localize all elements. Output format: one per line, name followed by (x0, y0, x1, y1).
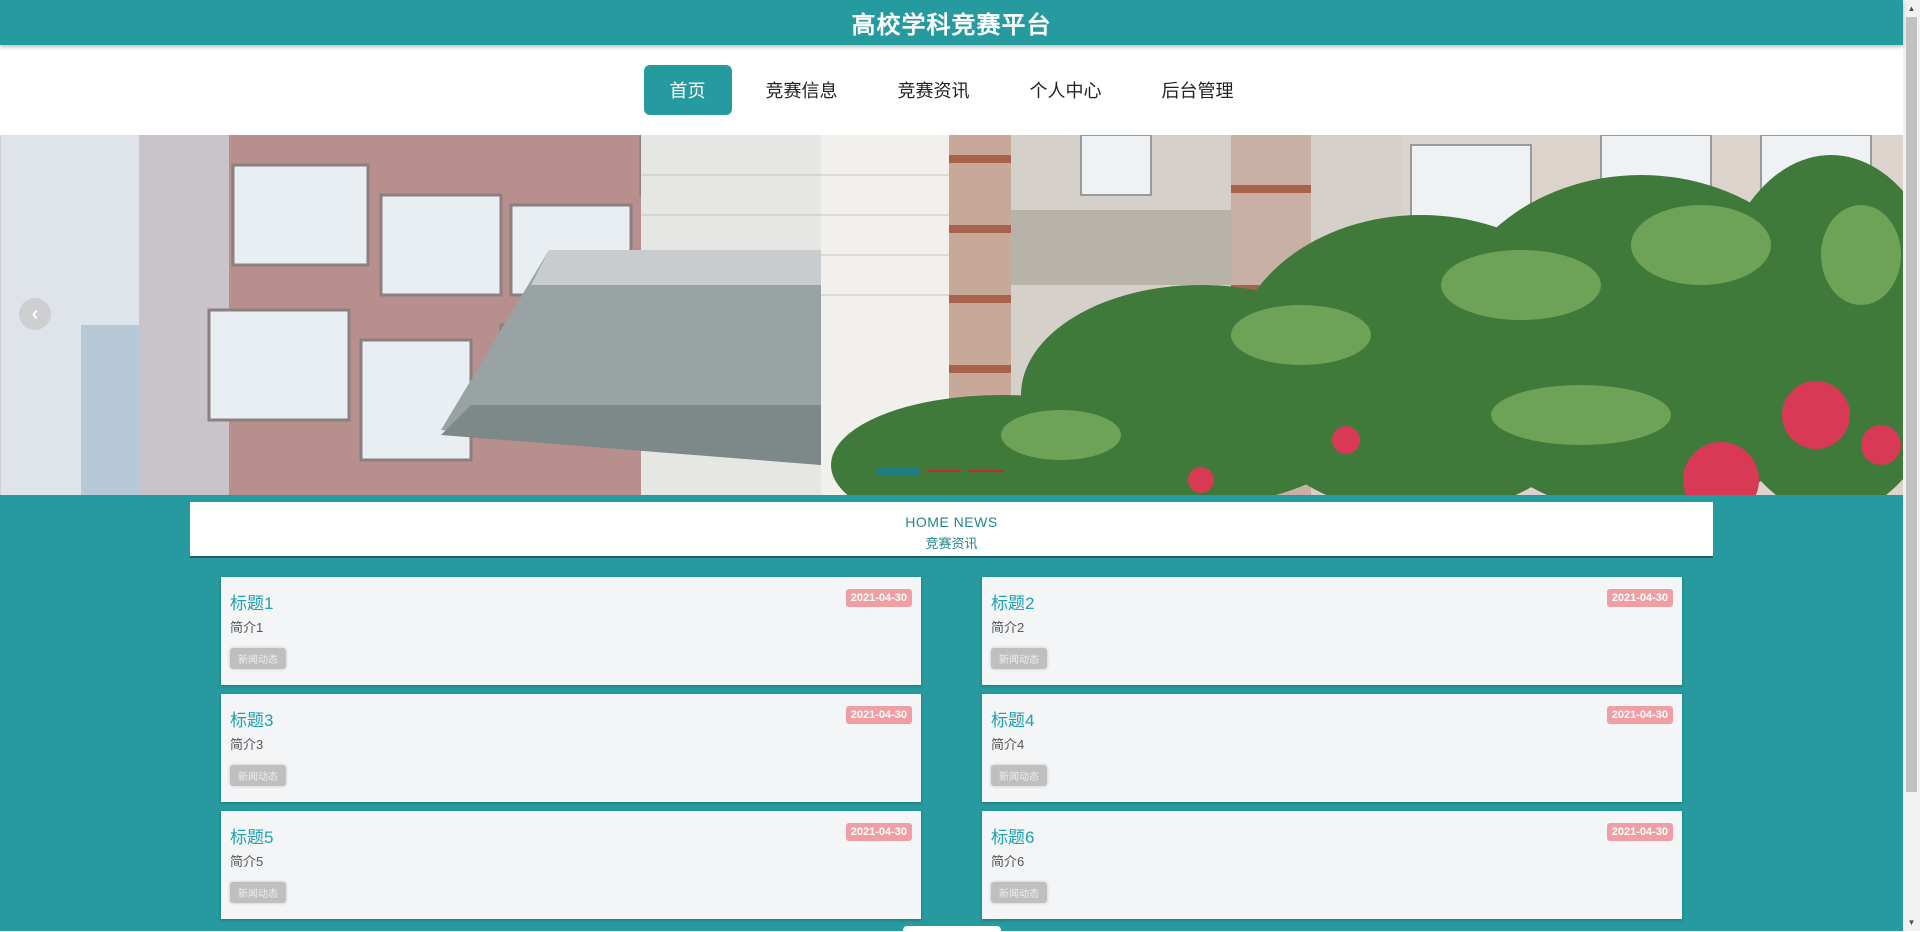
news-card-title[interactable]: 标题4 (991, 706, 1034, 731)
news-card-tag: 新闻动态 (230, 765, 286, 786)
nav-item-home[interactable]: 首页 (643, 65, 732, 115)
news-heading: HOME NEWS 竞赛资讯 (190, 502, 1713, 558)
news-card-date: 2021-04-30 (1606, 589, 1673, 607)
news-card[interactable]: 标题1 2021-04-30 简介1 新闻动态 (221, 577, 921, 685)
carousel-dot-2[interactable] (926, 470, 962, 472)
news-card-tag: 新闻动态 (991, 882, 1047, 903)
scroll-down-icon[interactable]: ▼ (1903, 914, 1920, 931)
news-card[interactable]: 标题5 2021-04-30 简介5 新闻动态 (221, 811, 921, 919)
news-section: HOME NEWS 竞赛资讯 标题1 2021-04-30 简介1 新闻动态 标… (0, 495, 1903, 932)
news-card-intro: 简介2 (991, 620, 1025, 635)
carousel-indicators (876, 467, 1004, 475)
main-nav: 首页 竞赛信息 竞赛资讯 个人中心 后台管理 (0, 45, 1903, 135)
news-card-intro: 简介5 (230, 854, 264, 869)
news-card-title[interactable]: 标题3 (230, 706, 273, 731)
news-card[interactable]: 标题6 2021-04-30 简介6 新闻动态 (982, 811, 1682, 919)
nav-item-admin[interactable]: 后台管理 (1136, 65, 1260, 115)
carousel-dot-1[interactable] (876, 467, 920, 475)
news-card-title[interactable]: 标题5 (230, 823, 273, 848)
news-card-tag: 新闻动态 (991, 648, 1047, 669)
news-card-title[interactable]: 标题1 (230, 589, 273, 614)
chevron-left-icon[interactable]: ‹ (19, 298, 51, 330)
news-card-date: 2021-04-30 (1606, 706, 1673, 724)
news-card-tag: 新闻动态 (991, 765, 1047, 786)
site-header: 高校学科竞赛平台 (0, 0, 1903, 45)
news-card-date: 2021-04-30 (845, 823, 912, 841)
news-heading-en: HOME NEWS (905, 514, 998, 530)
news-card-title[interactable]: 标题2 (991, 589, 1034, 614)
news-card-tag: 新闻动态 (230, 648, 286, 669)
news-card-intro: 简介6 (991, 854, 1025, 869)
news-card-intro: 简介1 (230, 620, 264, 635)
banner-carousel[interactable]: ‹ (0, 135, 1903, 495)
more-button[interactable] (903, 926, 1001, 932)
news-card-intro: 简介3 (230, 737, 264, 752)
news-card-tag: 新闻动态 (230, 882, 286, 903)
news-card-title[interactable]: 标题6 (991, 823, 1034, 848)
page-scrollbar[interactable]: ▲ ▼ (1903, 0, 1920, 931)
news-card-intro: 简介4 (991, 737, 1025, 752)
scrollbar-thumb[interactable] (1906, 17, 1917, 792)
nav-item-competition-news[interactable]: 竞赛资讯 (872, 65, 996, 115)
nav-item-personal-center[interactable]: 个人中心 (1004, 65, 1128, 115)
news-card-date: 2021-04-30 (845, 706, 912, 724)
nav-item-competition-info[interactable]: 竞赛信息 (740, 65, 864, 115)
news-card[interactable]: 标题3 2021-04-30 简介3 新闻动态 (221, 694, 921, 802)
news-heading-cn: 竞赛资讯 (925, 536, 978, 551)
site-title: 高校学科竞赛平台 (851, 12, 1052, 39)
banner-image (1, 135, 1903, 495)
news-card[interactable]: 标题4 2021-04-30 简介4 新闻动态 (982, 694, 1682, 802)
carousel-dot-3[interactable] (968, 470, 1004, 472)
news-card-date: 2021-04-30 (845, 589, 912, 607)
scroll-up-icon[interactable]: ▲ (1903, 0, 1920, 17)
news-card[interactable]: 标题2 2021-04-30 简介2 新闻动态 (982, 577, 1682, 685)
news-card-date: 2021-04-30 (1606, 823, 1673, 841)
